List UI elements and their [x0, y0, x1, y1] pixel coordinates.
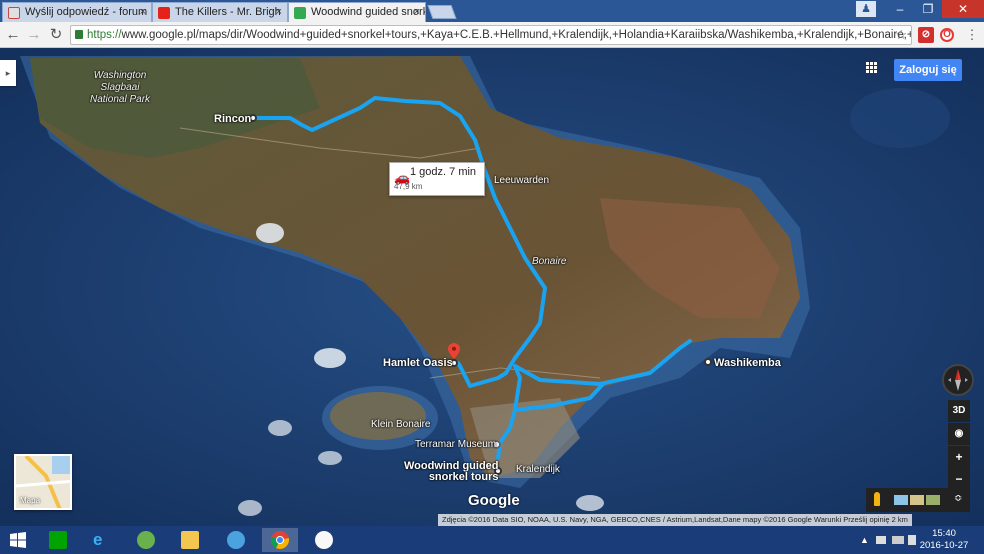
speedometer-taskbar-icon[interactable]	[218, 528, 254, 552]
layer-thumb-icon[interactable]	[894, 495, 908, 505]
tab-forum[interactable]: Wyślij odpowiedź - forum ×	[2, 2, 152, 22]
store-taskbar-icon[interactable]	[40, 528, 76, 552]
tab-google-maps[interactable]: Woodwind guided snork ×	[288, 2, 426, 22]
messenger-taskbar-icon[interactable]	[128, 528, 164, 552]
my-location-button[interactable]: ◉	[948, 423, 970, 445]
washikemba-marker[interactable]	[704, 358, 712, 366]
park-label: Washington Slagbaai National Park	[90, 70, 151, 105]
maximize-button[interactable]: ❐	[914, 0, 942, 18]
chrome-taskbar-icon[interactable]	[262, 528, 298, 552]
leeuwarden-label: Leeuwarden	[494, 175, 550, 186]
tab-title: Wyślij odpowiedź - forum	[25, 6, 148, 18]
tab-title: The Killers - Mr. Brigh	[175, 6, 281, 18]
minimap-label: Mapa	[20, 496, 41, 505]
tab-youtube[interactable]: The Killers - Mr. Brigh ×	[152, 2, 288, 22]
zoom-out-button[interactable]: −	[948, 468, 970, 490]
map-footer: Zdjęcia ©2016 Data SIO, NOAA, U.S. Navy,…	[0, 514, 984, 526]
zoom-in-button[interactable]: +	[948, 446, 970, 468]
map-view-toggle[interactable]: Mapa	[14, 454, 72, 510]
clock-date: 2016-10-27	[919, 540, 969, 551]
expand-chevron-icon[interactable]: ≎	[954, 493, 962, 504]
windows-taskbar: e ▲ 15:40 2016-10-27	[0, 526, 984, 554]
rincon-label[interactable]: Rincon	[214, 113, 251, 125]
system-clock[interactable]: 15:40 2016-10-27	[916, 528, 972, 552]
close-tab-icon[interactable]: ×	[140, 6, 146, 18]
compass-control[interactable]	[942, 364, 974, 396]
forward-button[interactable]: →	[24, 25, 44, 45]
start-button[interactable]	[0, 528, 36, 552]
battery-icon[interactable]	[892, 536, 904, 544]
messenger-icon	[137, 531, 155, 549]
layer-thumb-icon[interactable]	[910, 495, 924, 505]
klein-bonaire-label: Klein Bonaire	[371, 419, 431, 430]
tray-arrow-icon[interactable]: ▲	[860, 535, 870, 545]
internet-explorer-icon: e	[93, 530, 103, 549]
speedometer-icon	[227, 531, 245, 549]
3d-toggle-button[interactable]: 3D	[948, 400, 970, 422]
tab-title: Woodwind guided snork	[311, 6, 426, 18]
store-icon	[49, 531, 67, 549]
back-button[interactable]: ←	[3, 25, 23, 45]
washikemba-label[interactable]: Washikemba	[714, 357, 781, 369]
paint-icon	[315, 531, 333, 549]
ie-taskbar-icon[interactable]: e	[84, 528, 120, 552]
chrome-icon	[271, 531, 289, 549]
google-logo: Google	[468, 492, 520, 509]
close-tab-icon[interactable]: ×	[276, 6, 282, 18]
new-tab-button[interactable]	[427, 5, 457, 19]
sidebar-toggle-button[interactable]: ▸	[0, 60, 16, 86]
hamlet-label[interactable]: Hamlet Oasis	[383, 357, 453, 369]
kralendijk-label: Kralendijk	[516, 464, 560, 475]
pegman-icon[interactable]	[874, 492, 880, 506]
secure-lock-icon	[75, 30, 83, 39]
apps-grid-icon[interactable]	[866, 62, 878, 74]
opera-icon[interactable]: O	[940, 28, 954, 42]
bookmark-star-icon[interactable]: ☆	[895, 26, 907, 44]
layer-thumb-icon[interactable]	[926, 495, 940, 505]
map-canvas[interactable]: ▸ Washington Slagbaai National Park Rinc…	[0, 48, 984, 526]
paint-taskbar-icon[interactable]	[306, 528, 342, 552]
address-bar[interactable]: https://www.google.pl/maps/dir/Woodwind+…	[70, 25, 912, 45]
satellite-imagery	[0, 48, 984, 526]
window-controls: ♟ – ❐ ✕	[856, 0, 984, 18]
route-info-box[interactable]: 🚗 1 godz. 7 min 47,9 km	[389, 162, 485, 196]
network-icon[interactable]	[876, 536, 886, 544]
route-distance: 47,9 km	[394, 182, 423, 191]
map-attribution: Zdjęcia ©2016 Data SIO, NOAA, U.S. Navy,…	[438, 514, 912, 526]
menu-dots-icon[interactable]: ⋮	[962, 25, 982, 45]
url-text: www.google.pl/maps/dir/Woodwind+guided+s…	[121, 29, 912, 41]
terramar-label[interactable]: Terramar Museum	[415, 439, 496, 450]
woodwind-label[interactable]: Woodwind guided snorkel tours	[404, 461, 499, 483]
folder-icon	[181, 531, 199, 549]
youtube-favicon-icon	[158, 7, 170, 19]
windows-logo-icon	[10, 532, 26, 548]
login-button[interactable]: Zaloguj się	[894, 59, 962, 81]
forum-favicon-icon	[8, 7, 20, 19]
reload-button[interactable]: ↻	[46, 25, 66, 45]
close-tab-icon[interactable]: ×	[414, 6, 420, 18]
url-scheme: https://	[87, 29, 122, 41]
minimize-button[interactable]: –	[886, 0, 914, 18]
volume-icon[interactable]	[908, 535, 916, 545]
extension-pdf-icon[interactable]: ⊘	[918, 27, 934, 43]
woodwind-label-line2: snorkel tours	[428, 471, 499, 483]
street-view-layers-panel[interactable]: ≎	[866, 488, 970, 512]
compass-icon	[948, 369, 968, 391]
clock-time: 15:40	[932, 528, 956, 539]
browser-toolbar: ← → ↻ https://www.google.pl/maps/dir/Woo…	[0, 22, 984, 48]
browser-tab-bar: Wyślij odpowiedź - forum × The Killers -…	[0, 0, 984, 22]
explorer-taskbar-icon[interactable]	[172, 528, 208, 552]
bonaire-label: Bonaire	[532, 256, 567, 267]
close-window-button[interactable]: ✕	[942, 0, 984, 18]
user-profile-icon[interactable]: ♟	[856, 1, 876, 17]
route-duration: 1 godz. 7 min	[410, 166, 477, 178]
maps-favicon-icon	[294, 7, 306, 19]
